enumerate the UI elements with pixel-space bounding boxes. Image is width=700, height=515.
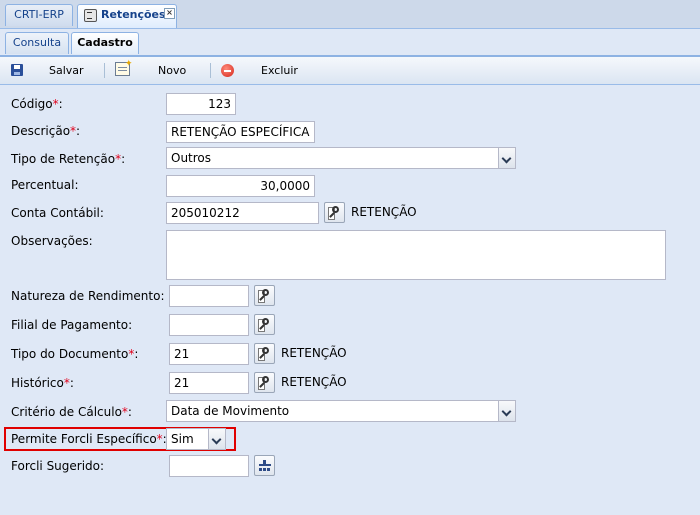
app-tab-retencoes[interactable]: Retenções ×: [77, 4, 177, 28]
filial-pagamento-lookup-button[interactable]: [254, 314, 275, 335]
label-criterio-calculo: Critério de Cálculo*:: [11, 405, 132, 419]
tab-consulta[interactable]: Consulta: [5, 32, 69, 54]
document-icon: [84, 9, 97, 22]
save-icon: [11, 64, 23, 76]
calculator-icon: [258, 460, 272, 472]
label-forcli-sugerido: Forcli Sugerido:: [11, 459, 105, 473]
label-percentual: Percentual:: [11, 178, 79, 192]
label-tipo-retencao: Tipo de Retenção*:: [11, 152, 126, 166]
criterio-calculo-select[interactable]: Data de Movimento: [166, 400, 516, 422]
observacoes-textarea[interactable]: [166, 230, 666, 280]
codigo-field[interactable]: 123: [166, 93, 236, 115]
tipo-retencao-value: Outros: [171, 151, 212, 165]
label-historico: Histórico*:: [11, 376, 74, 390]
app-tab-label: CRTI-ERP: [14, 8, 64, 21]
tab-cadastro[interactable]: Cadastro: [71, 32, 139, 54]
label-natureza-rendimento: Natureza de Rendimento:: [11, 289, 165, 303]
sub-tab-bar: Consulta Cadastro: [0, 29, 700, 57]
natureza-rendimento-lookup-button[interactable]: [254, 285, 275, 306]
historico-description: RETENÇÃO: [281, 375, 347, 389]
historico-field[interactable]: 21: [169, 372, 249, 394]
chevron-down-icon[interactable]: [208, 429, 225, 449]
tab-label: Consulta: [12, 36, 62, 49]
delete-button[interactable]: Excluir: [218, 61, 300, 80]
new-button[interactable]: ✦ Novo: [112, 59, 192, 80]
delete-icon: [221, 64, 234, 77]
save-button-label: Salvar: [49, 64, 84, 77]
criterio-calculo-value: Data de Movimento: [171, 404, 290, 418]
tipo-documento-lookup-button[interactable]: [254, 343, 275, 364]
permite-forcli-value: Sim: [171, 432, 194, 446]
permite-forcli-select[interactable]: Sim: [166, 428, 226, 450]
chevron-down-icon[interactable]: [498, 148, 515, 168]
label-permite-forcli: Permite Forcli Específico*:: [11, 432, 167, 446]
tipo-documento-field[interactable]: 21: [169, 343, 249, 365]
new-button-label: Novo: [158, 64, 187, 77]
toolbar: Salvar ✦ Novo Excluir: [0, 57, 700, 85]
conta-contabil-field[interactable]: 205010212: [166, 202, 319, 224]
percentual-field[interactable]: 30,0000: [166, 175, 315, 197]
conta-contabil-description: RETENÇÃO: [351, 205, 417, 219]
save-button[interactable]: Salvar: [8, 61, 90, 80]
label-filial-pagamento: Filial de Pagamento:: [11, 318, 133, 332]
historico-lookup-button[interactable]: [254, 372, 275, 393]
label-observacoes: Observações:: [11, 234, 93, 248]
label-codigo: Código*:: [11, 97, 63, 111]
label-descricao: Descrição*:: [11, 124, 81, 138]
descricao-field[interactable]: RETENÇÃO ESPECÍFICA: [166, 121, 315, 143]
label-conta-contabil: Conta Contábil:: [11, 206, 104, 220]
label-tipo-documento: Tipo do Documento*:: [11, 347, 139, 361]
close-tab-icon[interactable]: ×: [164, 8, 175, 19]
app-tab-bar: CRTI-ERP Retenções ×: [0, 0, 700, 29]
tipo-documento-description: RETENÇÃO: [281, 346, 347, 360]
new-star-icon: ✦: [125, 59, 133, 69]
tab-label: Cadastro: [77, 36, 133, 49]
filial-pagamento-field[interactable]: [169, 314, 249, 336]
chevron-down-icon[interactable]: [498, 401, 515, 421]
forcli-sugerido-lookup-button[interactable]: [254, 455, 275, 476]
app-tab-label: Retenções: [101, 8, 166, 21]
natureza-rendimento-field[interactable]: [169, 285, 249, 307]
toolbar-separator: [104, 63, 105, 78]
conta-contabil-lookup-button[interactable]: [324, 202, 345, 223]
tipo-retencao-select[interactable]: Outros: [166, 147, 516, 169]
forcli-sugerido-field[interactable]: [169, 455, 249, 477]
app-tab-crti-erp[interactable]: CRTI-ERP: [5, 4, 73, 26]
delete-button-label: Excluir: [261, 64, 298, 77]
toolbar-separator: [210, 63, 211, 78]
